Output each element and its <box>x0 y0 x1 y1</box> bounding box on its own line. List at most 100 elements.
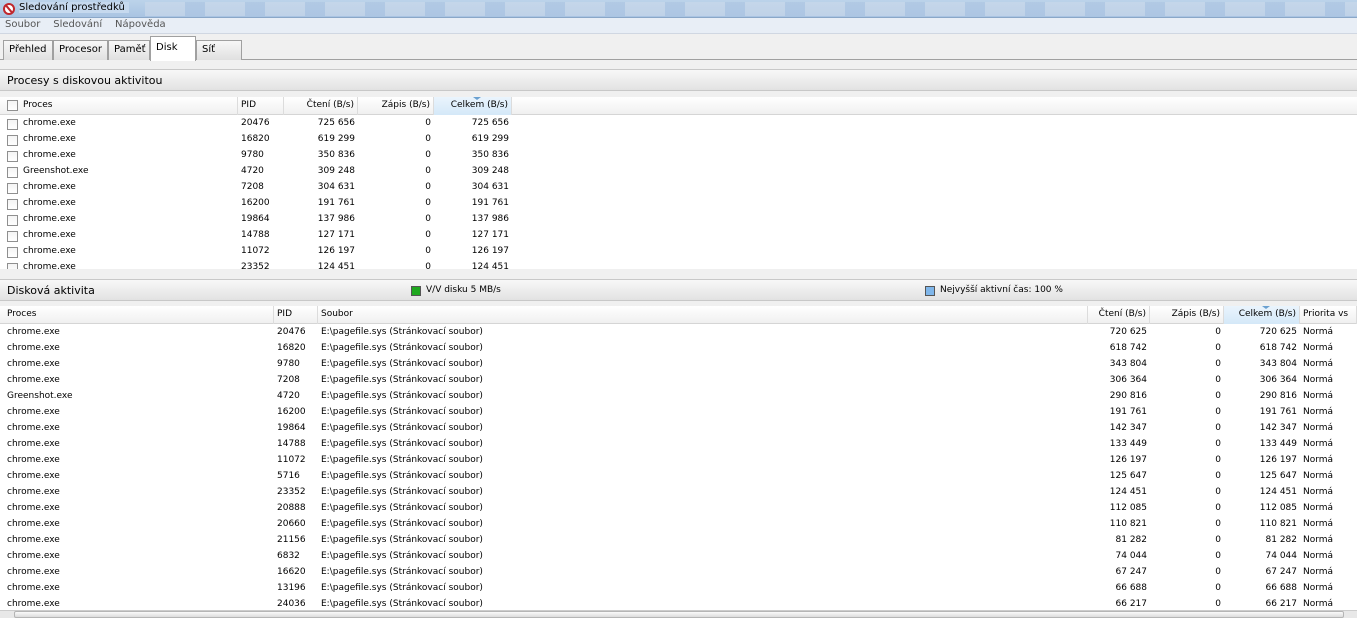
disk-row[interactable]: chrome.exe 16620 E:\pagefile.sys (Stránkov… <box>0 565 1357 581</box>
disk-priority: Normá <box>1303 471 1334 481</box>
process-row[interactable]: chrome.exe 23352 124 451 0 124 451 <box>0 260 1357 269</box>
process-checkbox[interactable] <box>7 167 18 178</box>
disk-row[interactable]: chrome.exe 16820 E:\pagefile.sys (Stránkov… <box>0 341 1357 357</box>
proc-write: 0 <box>425 166 431 176</box>
disk-priority: Normá <box>1303 583 1334 593</box>
menu-napoveda[interactable]: Nápověda <box>110 18 171 31</box>
process-row[interactable]: chrome.exe 7208 304 631 0 304 631 <box>0 180 1357 196</box>
disk-proc-pid: 20476 <box>277 327 306 337</box>
process-checkbox[interactable] <box>7 231 18 242</box>
col-pid[interactable]: PID <box>238 97 284 115</box>
proc-pid: 11072 <box>241 246 270 256</box>
disk-row[interactable]: chrome.exe 20660 E:\pagefile.sys (Stránkov… <box>0 517 1357 533</box>
select-all-checkbox[interactable] <box>7 100 18 111</box>
disk-write: 0 <box>1215 583 1221 593</box>
proc-name: chrome.exe <box>23 214 76 224</box>
disk-write: 0 <box>1215 599 1221 609</box>
proc-total: 619 299 <box>471 134 509 144</box>
horizontal-scrollbar[interactable] <box>0 610 1357 618</box>
disk-row[interactable]: chrome.exe 16200 E:\pagefile.sys (Stránkov… <box>0 405 1357 421</box>
disk-file: E:\pagefile.sys (Stránkovací soubor) <box>321 599 483 609</box>
process-checkbox[interactable] <box>7 199 18 210</box>
disk-write: 0 <box>1215 455 1221 465</box>
disk-activity-section-header[interactable]: Disková aktivita V/V disku 5 MB/s Nejvyš… <box>0 279 1357 301</box>
processes-section-header[interactable]: Procesy s diskovou aktivitou <box>0 69 1357 91</box>
disk-row[interactable]: chrome.exe 20888 E:\pagefile.sys (Stránkov… <box>0 501 1357 517</box>
disk-priority: Normá <box>1303 455 1334 465</box>
tab-pamet[interactable]: Paměť <box>108 40 150 60</box>
disk-row[interactable]: chrome.exe 5716 E:\pagefile.sys (Stránkova… <box>0 469 1357 485</box>
disk-row[interactable]: chrome.exe 7208 E:\pagefile.sys (Stránkova… <box>0 373 1357 389</box>
disk-write: 0 <box>1215 343 1221 353</box>
process-checkbox[interactable] <box>7 183 18 194</box>
proc-read: 127 171 <box>317 230 355 240</box>
tab-disk[interactable]: Disk <box>150 36 196 61</box>
disk-proc-pid: 13196 <box>277 583 306 593</box>
disk-row[interactable]: Greenshot.exe 4720 E:\pagefile.sys (Stránk… <box>0 389 1357 405</box>
process-checkbox[interactable] <box>7 263 18 269</box>
disk-proc-name: chrome.exe <box>7 503 60 513</box>
col-celkem[interactable]: Celkem (B/s) <box>434 97 512 115</box>
process-row[interactable]: chrome.exe 16200 191 761 0 191 761 <box>0 196 1357 212</box>
tab-procesor[interactable]: Procesor <box>53 40 108 60</box>
col-soubor[interactable]: Soubor <box>318 306 1088 324</box>
tab-sit[interactable]: Síť <box>196 40 242 60</box>
col-celkem[interactable]: Celkem (B/s) <box>1224 306 1300 324</box>
disk-write: 0 <box>1215 327 1221 337</box>
disk-proc-name: chrome.exe <box>7 567 60 577</box>
scrollbar-thumb[interactable] <box>14 611 1344 618</box>
proc-read: 619 299 <box>317 134 355 144</box>
col-zapis[interactable]: Zápis (B/s) <box>1150 306 1224 324</box>
process-checkbox[interactable] <box>7 151 18 162</box>
disk-proc-name: chrome.exe <box>7 375 60 385</box>
title-bar: Sledování prostředků <box>0 0 1357 18</box>
process-row[interactable]: chrome.exe 16820 619 299 0 619 299 <box>0 132 1357 148</box>
disk-proc-pid: 24036 <box>277 599 306 609</box>
process-checkbox[interactable] <box>7 119 18 130</box>
col-cteni[interactable]: Čtení (B/s) <box>1088 306 1150 324</box>
proc-total: 126 197 <box>471 246 509 256</box>
disk-read: 112 085 <box>1109 503 1147 513</box>
col-priorita[interactable]: Priorita vs <box>1300 306 1357 324</box>
col-pid[interactable]: PID <box>274 306 318 324</box>
proc-total: 124 451 <box>471 262 509 269</box>
disk-row[interactable]: chrome.exe 6832 E:\pagefile.sys (Stránkova… <box>0 549 1357 565</box>
disk-row[interactable]: chrome.exe 19864 E:\pagefile.sys (Stránkov… <box>0 421 1357 437</box>
process-checkbox[interactable] <box>7 215 18 226</box>
process-row[interactable]: chrome.exe 9780 350 836 0 350 836 <box>0 148 1357 164</box>
col-proces[interactable]: Proces <box>20 97 238 115</box>
col-proces[interactable]: Proces <box>4 306 274 324</box>
disk-row[interactable]: chrome.exe 21156 E:\pagefile.sys (Stránkov… <box>0 533 1357 549</box>
disk-row[interactable]: chrome.exe 13196 E:\pagefile.sys (Stránkov… <box>0 581 1357 597</box>
disk-row[interactable]: chrome.exe 14788 E:\pagefile.sys (Stránkov… <box>0 437 1357 453</box>
disk-row[interactable]: chrome.exe 11072 E:\pagefile.sys (Stránkov… <box>0 453 1357 469</box>
proc-write: 0 <box>425 134 431 144</box>
process-row[interactable]: chrome.exe 14788 127 171 0 127 171 <box>0 228 1357 244</box>
disk-priority: Normá <box>1303 439 1334 449</box>
proc-read: 725 656 <box>317 118 355 128</box>
menu-soubor[interactable]: Soubor <box>0 18 45 31</box>
disk-row[interactable]: chrome.exe 9780 E:\pagefile.sys (Stránkova… <box>0 357 1357 373</box>
tab-prehled[interactable]: Přehled <box>3 40 53 60</box>
proc-write: 0 <box>425 230 431 240</box>
proc-total: 725 656 <box>471 118 509 128</box>
disk-read: 124 451 <box>1109 487 1147 497</box>
col-zapis[interactable]: Zápis (B/s) <box>358 97 434 115</box>
process-row[interactable]: chrome.exe 19864 137 986 0 137 986 <box>0 212 1357 228</box>
process-row[interactable]: chrome.exe 20476 725 656 0 725 656 <box>0 116 1357 132</box>
disk-row[interactable]: chrome.exe 20476 E:\pagefile.sys (Stránkov… <box>0 325 1357 341</box>
process-row[interactable]: chrome.exe 11072 126 197 0 126 197 <box>0 244 1357 260</box>
col-cteni[interactable]: Čtení (B/s) <box>284 97 358 115</box>
menu-sledovani[interactable]: Sledování <box>48 18 107 31</box>
disk-file: E:\pagefile.sys (Stránkovací soubor) <box>321 359 483 369</box>
process-checkbox[interactable] <box>7 247 18 258</box>
disk-file: E:\pagefile.sys (Stránkovací soubor) <box>321 439 483 449</box>
process-checkbox[interactable] <box>7 135 18 146</box>
disk-priority: Normá <box>1303 375 1334 385</box>
disk-write: 0 <box>1215 439 1221 449</box>
disk-proc-pid: 16620 <box>277 567 306 577</box>
process-row[interactable]: Greenshot.exe 4720 309 248 0 309 248 <box>0 164 1357 180</box>
disk-row[interactable]: chrome.exe 23352 E:\pagefile.sys (Stránkov… <box>0 485 1357 501</box>
disk-proc-pid: 19864 <box>277 423 306 433</box>
disk-row[interactable]: chrome.exe 24036 E:\pagefile.sys (Stránkov… <box>0 597 1357 610</box>
